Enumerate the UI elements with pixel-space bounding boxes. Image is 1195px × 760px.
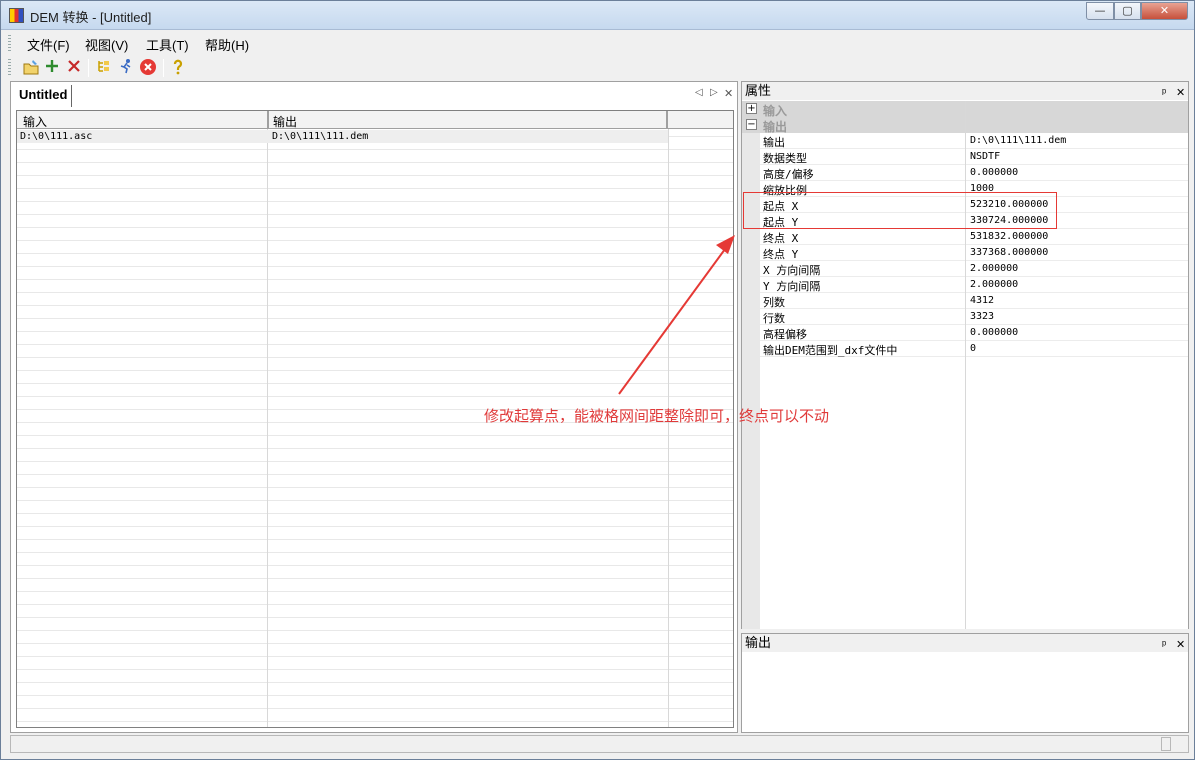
app-window: DEM 转换 - [Untitled] — ▢ ✕ 文件(F) 视图(V) 工具… bbox=[0, 0, 1195, 760]
annotation-text: 修改起算点，能被格网间距整除即可，终点可以不动 bbox=[484, 407, 830, 425]
annotation-arrow bbox=[618, 235, 735, 395]
